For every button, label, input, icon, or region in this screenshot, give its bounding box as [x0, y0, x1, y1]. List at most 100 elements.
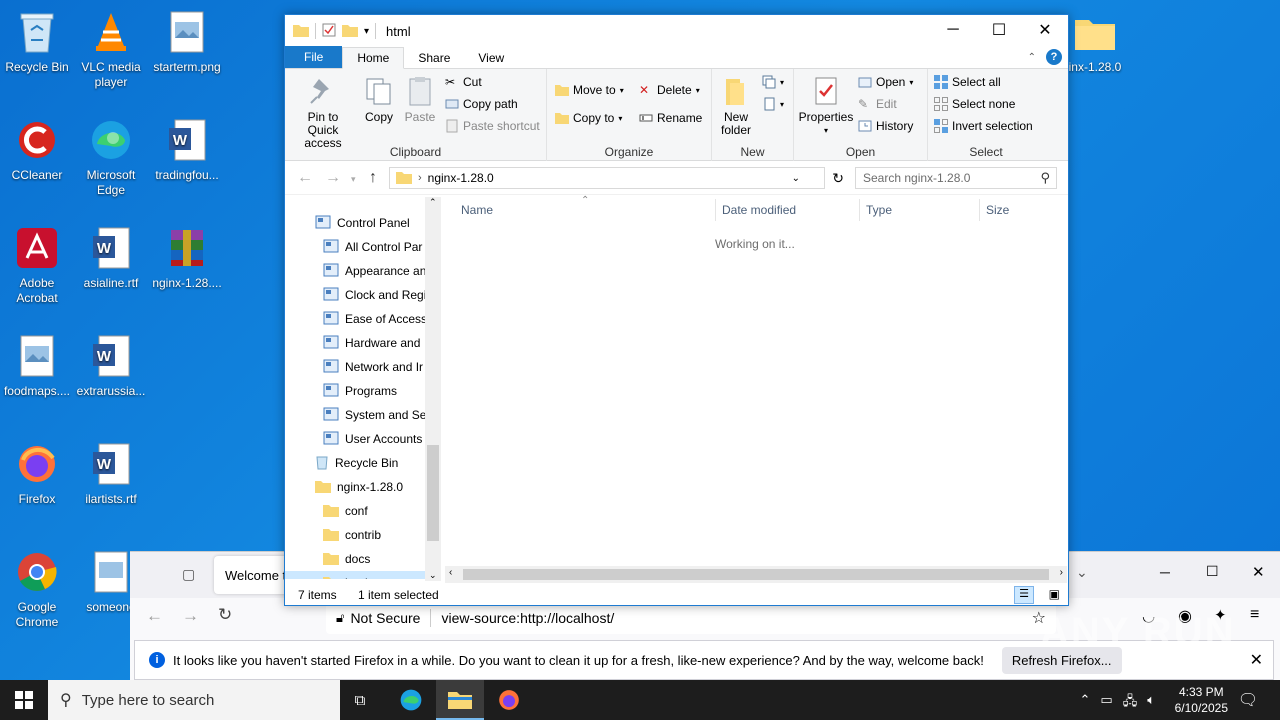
breadcrumb-chevron-icon[interactable]: ›: [418, 172, 422, 184]
scroll-left-icon[interactable]: ‹: [449, 567, 452, 578]
history-button[interactable]: History: [858, 119, 913, 133]
paste-shortcut-button[interactable]: Paste shortcut: [445, 119, 540, 133]
column-type[interactable]: Type: [866, 203, 892, 223]
search-input[interactable]: Search nginx-1.28.0 ⚲: [855, 167, 1057, 189]
customize-qa-dropdown-icon[interactable]: ▾: [364, 26, 369, 37]
url-bar[interactable]: 🔓︎ Not Secure view-source:http://localho…: [326, 602, 1056, 634]
nav-vertical-scrollbar[interactable]: ⌃ ⌄: [425, 197, 441, 581]
start-button[interactable]: [0, 680, 48, 720]
taskbar-search[interactable]: ⚲ Type here to search: [48, 680, 340, 720]
new-item-button[interactable]: ▾: [762, 75, 784, 89]
desktop-icon-extrarussia[interactable]: W extrarussia...: [74, 332, 148, 399]
rename-button[interactable]: Rename: [639, 111, 702, 125]
taskbar-file-explorer[interactable]: [436, 680, 484, 720]
delete-button[interactable]: ✕ Delete ▾: [639, 83, 700, 97]
desktop-icon-tradingfou[interactable]: W tradingfou...: [150, 116, 224, 183]
desktop-icon-foodmaps[interactable]: foodmaps....: [0, 332, 74, 399]
breadcrumb-nginx[interactable]: nginx-1.28.0: [428, 171, 494, 185]
maximize-icon[interactable]: ☐: [1206, 563, 1219, 580]
help-icon[interactable]: ?: [1046, 49, 1062, 65]
task-view-button[interactable]: ⧉: [336, 680, 384, 720]
scroll-down-icon[interactable]: ⌄: [429, 570, 437, 581]
nav-item[interactable]: All Control Par: [285, 235, 425, 259]
nav-item[interactable]: System and Se: [285, 403, 426, 427]
notification-center-button[interactable]: 🗨︎: [1224, 680, 1272, 720]
desktop-icon-starterm[interactable]: starterm.png: [150, 8, 224, 75]
large-icons-view-icon[interactable]: ▣: [1049, 587, 1060, 601]
new-folder-button[interactable]: New folder: [716, 75, 756, 137]
close-notification-icon[interactable]: ✕: [1250, 650, 1263, 670]
address-dropdown-icon[interactable]: ⌄: [792, 173, 800, 184]
up-arrow-icon[interactable]: ↑: [369, 169, 377, 187]
details-view-icon[interactable]: ☰: [1014, 586, 1034, 604]
column-size[interactable]: Size: [986, 203, 1009, 223]
select-none-button[interactable]: Select none: [934, 97, 1015, 111]
desktop-icon-firefox[interactable]: Firefox: [0, 440, 74, 507]
collapse-ribbon-icon[interactable]: ⌃: [1028, 52, 1036, 63]
back-arrow-icon[interactable]: ←: [297, 169, 313, 187]
recent-locations-icon[interactable]: ▾: [351, 174, 356, 185]
close-icon[interactable]: ✕: [1252, 563, 1265, 581]
tab-view[interactable]: View: [464, 48, 518, 68]
network-status-icon[interactable]: ▭: [1100, 692, 1112, 714]
properties-button[interactable]: Properties ▾: [798, 75, 854, 137]
network-icon[interactable]: 🖧︎: [1123, 692, 1138, 714]
back-arrow-icon[interactable]: ←: [146, 606, 163, 626]
search-icon[interactable]: ⚲: [1040, 170, 1050, 186]
nav-item[interactable]: html: [285, 571, 425, 579]
nav-item[interactable]: Network and Ir: [285, 355, 425, 379]
copy-to-button[interactable]: Copy to ▾: [555, 111, 622, 125]
desktop-icon-nginx-folder[interactable]: inx-1.28.0: [1058, 8, 1132, 75]
nav-item[interactable]: conf: [285, 499, 425, 523]
desktop-icon-google-chrome[interactable]: Google Chrome: [0, 548, 74, 630]
taskbar-edge[interactable]: [387, 680, 435, 720]
desktop-icon-nginx-archive[interactable]: nginx-1.28....: [150, 224, 224, 291]
desktop-icon-edge[interactable]: Microsoft Edge: [74, 116, 148, 198]
chevron-up-icon[interactable]: ⌃: [1079, 692, 1090, 714]
scroll-up-icon[interactable]: ⌃: [429, 197, 437, 208]
edit-button[interactable]: ✎ Edit: [858, 97, 897, 111]
copy-path-button[interactable]: Copy path: [445, 97, 518, 111]
select-all-button[interactable]: Select all: [934, 75, 1001, 89]
refresh-icon[interactable]: ↻: [832, 170, 844, 187]
tab-share[interactable]: Share: [404, 48, 464, 68]
nav-item[interactable]: Programs: [285, 379, 425, 403]
desktop-icon-recycle-bin[interactable]: Recycle Bin: [0, 8, 74, 75]
close-button[interactable]: ✕: [1022, 15, 1068, 45]
copy-button[interactable]: Copy: [359, 75, 399, 124]
new-folder-qa-icon[interactable]: [342, 23, 358, 40]
column-name[interactable]: Name: [461, 203, 493, 223]
address-field[interactable]: › nginx-1.28.0 ⌄ ↻: [389, 167, 844, 189]
horizontal-scrollbar[interactable]: ‹ ›: [445, 566, 1067, 583]
nav-item[interactable]: contrib: [285, 523, 425, 547]
tab-overview-icon[interactable]: ▢: [182, 566, 195, 583]
nav-item[interactable]: docs: [285, 547, 425, 571]
menu-icon[interactable]: ≡: [1250, 606, 1259, 624]
url-text[interactable]: view-source:http://localhost/: [441, 610, 614, 626]
easy-access-button[interactable]: ▾: [762, 97, 784, 111]
desktop-icon-ccleaner[interactable]: CCleaner: [0, 116, 74, 183]
desktop-icon-ilartists[interactable]: W ilartists.rtf: [74, 440, 148, 507]
tab-file[interactable]: File: [285, 46, 343, 68]
nav-item[interactable]: nginx-1.28.0: [285, 475, 425, 499]
nav-item[interactable]: Ease of Access: [285, 307, 427, 331]
scrollbar-thumb[interactable]: [463, 569, 1049, 580]
scroll-right-icon[interactable]: ›: [1060, 567, 1063, 578]
forward-arrow-icon[interactable]: →: [182, 606, 199, 626]
taskbar-firefox[interactable]: [485, 680, 533, 720]
nav-item[interactable]: Appearance an: [285, 259, 426, 283]
scrollbar-thumb[interactable]: [427, 445, 439, 541]
desktop-icon-adobe-acrobat[interactable]: Adobe Acrobat: [0, 224, 74, 306]
reload-icon[interactable]: ↻: [218, 605, 232, 625]
pin-to-quick-access-button[interactable]: Pin to Quick access: [291, 75, 355, 150]
desktop-icon-asialine[interactable]: W asialine.rtf: [74, 224, 148, 291]
paste-button[interactable]: Paste: [401, 75, 439, 124]
volume-icon[interactable]: 🔈︎: [1147, 692, 1155, 714]
forward-arrow-icon[interactable]: →: [325, 169, 341, 187]
minimize-icon[interactable]: ─: [1160, 564, 1170, 580]
desktop-icon-vlc[interactable]: VLC media player: [74, 8, 148, 90]
clock[interactable]: 4:33 PM 6/10/2025: [1175, 684, 1228, 716]
nav-item[interactable]: Control Panel: [285, 211, 425, 235]
nav-item[interactable]: Recycle Bin: [285, 451, 425, 475]
open-button[interactable]: Open ▾: [858, 75, 913, 89]
